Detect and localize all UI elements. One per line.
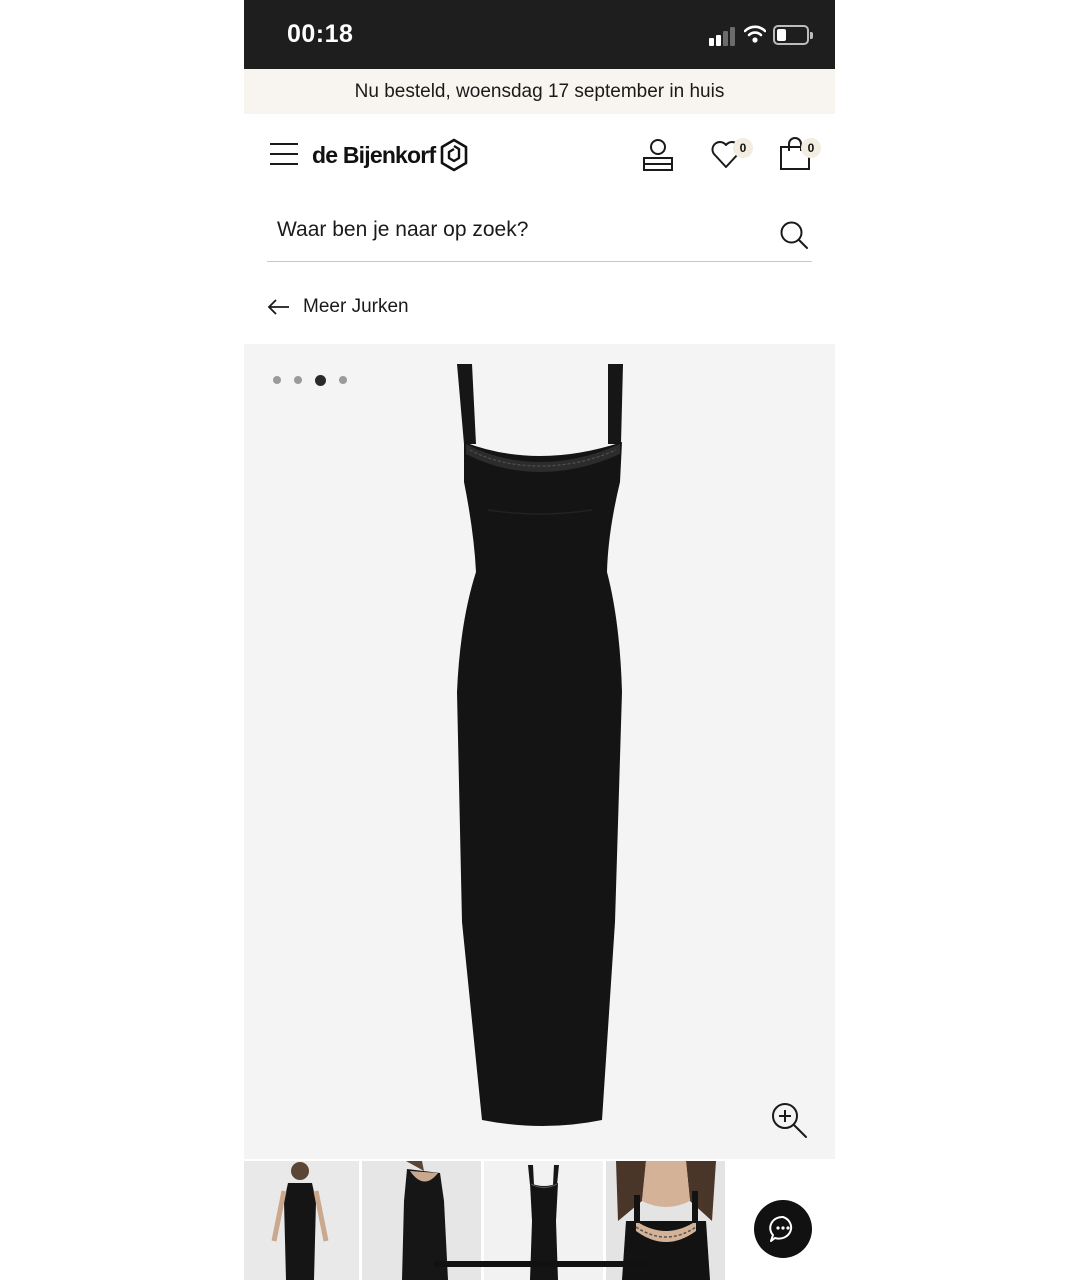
battery-icon <box>773 25 813 45</box>
account-icon[interactable] <box>642 138 674 172</box>
cellular-signal-icon <box>709 26 737 46</box>
carousel-pagination <box>273 374 360 386</box>
wifi-icon <box>744 25 766 43</box>
chat-bubble-icon <box>769 1215 793 1242</box>
phone-screen: 00:18 Nu besteld, woensdag 17 september … <box>244 0 835 1280</box>
carousel-dot[interactable] <box>339 376 347 384</box>
search-icon[interactable] <box>779 220 809 250</box>
back-link-label: Meer Jurken <box>303 296 409 317</box>
status-bar: 00:18 <box>244 0 835 69</box>
carousel-dot-active[interactable] <box>315 374 326 386</box>
chat-button[interactable] <box>754 1200 812 1258</box>
bag-count-badge: 0 <box>801 138 821 158</box>
arrow-left-icon <box>267 299 289 315</box>
product-image <box>457 364 623 1126</box>
search-input[interactable] <box>277 210 757 250</box>
status-time: 00:18 <box>287 20 354 48</box>
delivery-banner: Nu besteld, woensdag 17 september in hui… <box>244 69 835 114</box>
wishlist-count-badge: 0 <box>733 138 753 158</box>
site-header: de Bijenkorf 0 0 <box>244 114 835 194</box>
logo-text: de Bijenkorf <box>312 141 436 168</box>
carousel-dot[interactable] <box>294 376 302 384</box>
carousel-dot[interactable] <box>273 376 281 384</box>
product-image-gallery[interactable] <box>244 344 835 1159</box>
thumbnail-model-front[interactable] <box>244 1161 359 1280</box>
zoom-in-icon[interactable] <box>770 1101 808 1139</box>
search-bar <box>267 200 812 262</box>
site-logo[interactable]: de Bijenkorf <box>312 138 469 172</box>
back-to-category-link[interactable]: Meer Jurken <box>267 290 409 324</box>
bijenkorf-hexagon-icon <box>441 138 468 172</box>
hamburger-menu-icon[interactable] <box>270 143 298 165</box>
home-indicator[interactable] <box>434 1261 646 1267</box>
